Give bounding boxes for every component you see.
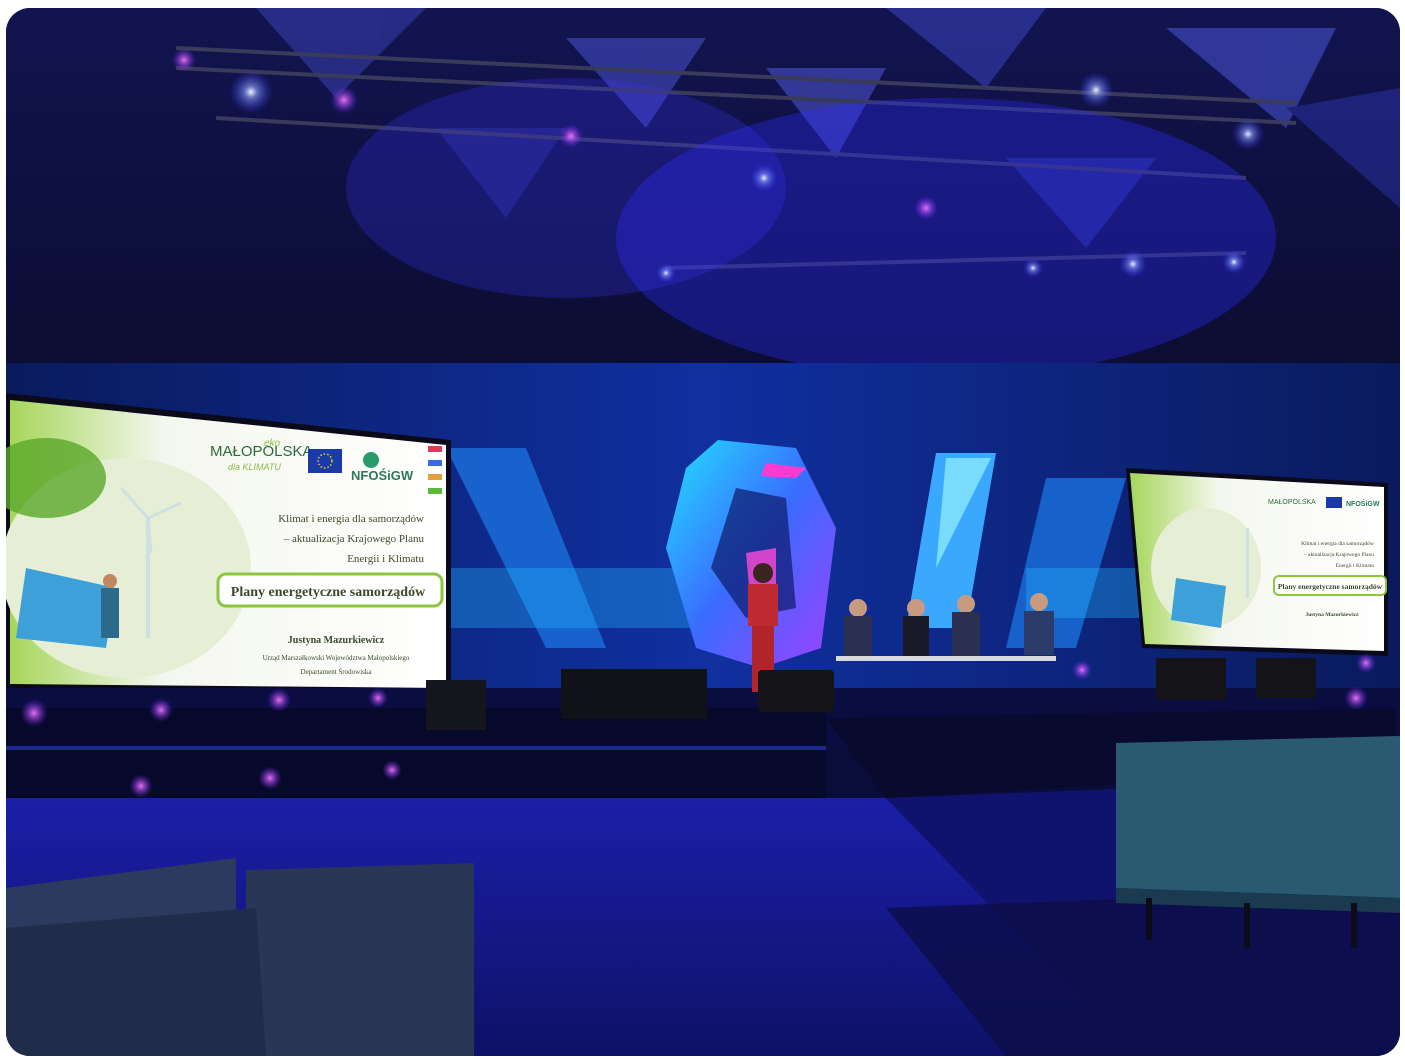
left-speaker-dept: Departament Środowiska <box>301 668 373 676</box>
left-speaker-name: Justyna Mazurkiewicz <box>288 635 385 646</box>
right-screen: MAŁOPOLSKA NFOŚiGW Klimat i energia dla … <box>1126 468 1388 656</box>
left-slide-title-line2: – aktualizacja Krajowego Planu <box>283 533 425 545</box>
right-slide-title-line1: Klimat i energia dla samorządów <box>1301 541 1374 547</box>
right-speaker-name: Justyna Mazurkiewicz <box>1305 612 1359 618</box>
eu-flag-icon <box>308 449 342 473</box>
right-nfosigw-logo: NFOŚiGW <box>1346 499 1380 508</box>
left-slide-title-line1: Klimat i energia dla samorządów <box>278 513 424 525</box>
left-screen: MAŁOPOLSKA eko dla KLIMATU NFOŚiGW Klima… <box>6 393 451 694</box>
left-slide-banner: Plany energetyczne samorządów <box>231 585 426 600</box>
malopolska-sub: dla KLIMATU <box>228 462 281 472</box>
photo-frame: MAŁOPOLSKA eko dla KLIMATU NFOŚiGW Klima… <box>6 8 1400 1056</box>
right-eu-flag-icon <box>1326 497 1342 508</box>
nfosigw-logo: NFOŚiGW <box>351 468 414 483</box>
right-malopolska-logo: MAŁOPOLSKA <box>1268 499 1316 506</box>
right-slide-title-line3: Energii i Klimatu <box>1336 563 1375 569</box>
left-speaker-org: Urząd Marszałkowski Województwa Małopols… <box>263 654 410 662</box>
nfosigw-logo-icon <box>363 452 379 468</box>
right-slide-title-line2: – aktualizacja Krajowego Planu <box>1303 552 1374 558</box>
right-slide-banner: Plany energetyczne samorządów <box>1278 582 1383 591</box>
left-slide-title-line3: Energii i Klimatu <box>347 553 424 565</box>
malopolska-prefix: eko <box>264 438 281 449</box>
malopolska-logo: MAŁOPOLSKA <box>210 443 313 460</box>
stage-photo: MAŁOPOLSKA eko dla KLIMATU NFOŚiGW Klima… <box>6 8 1400 1056</box>
